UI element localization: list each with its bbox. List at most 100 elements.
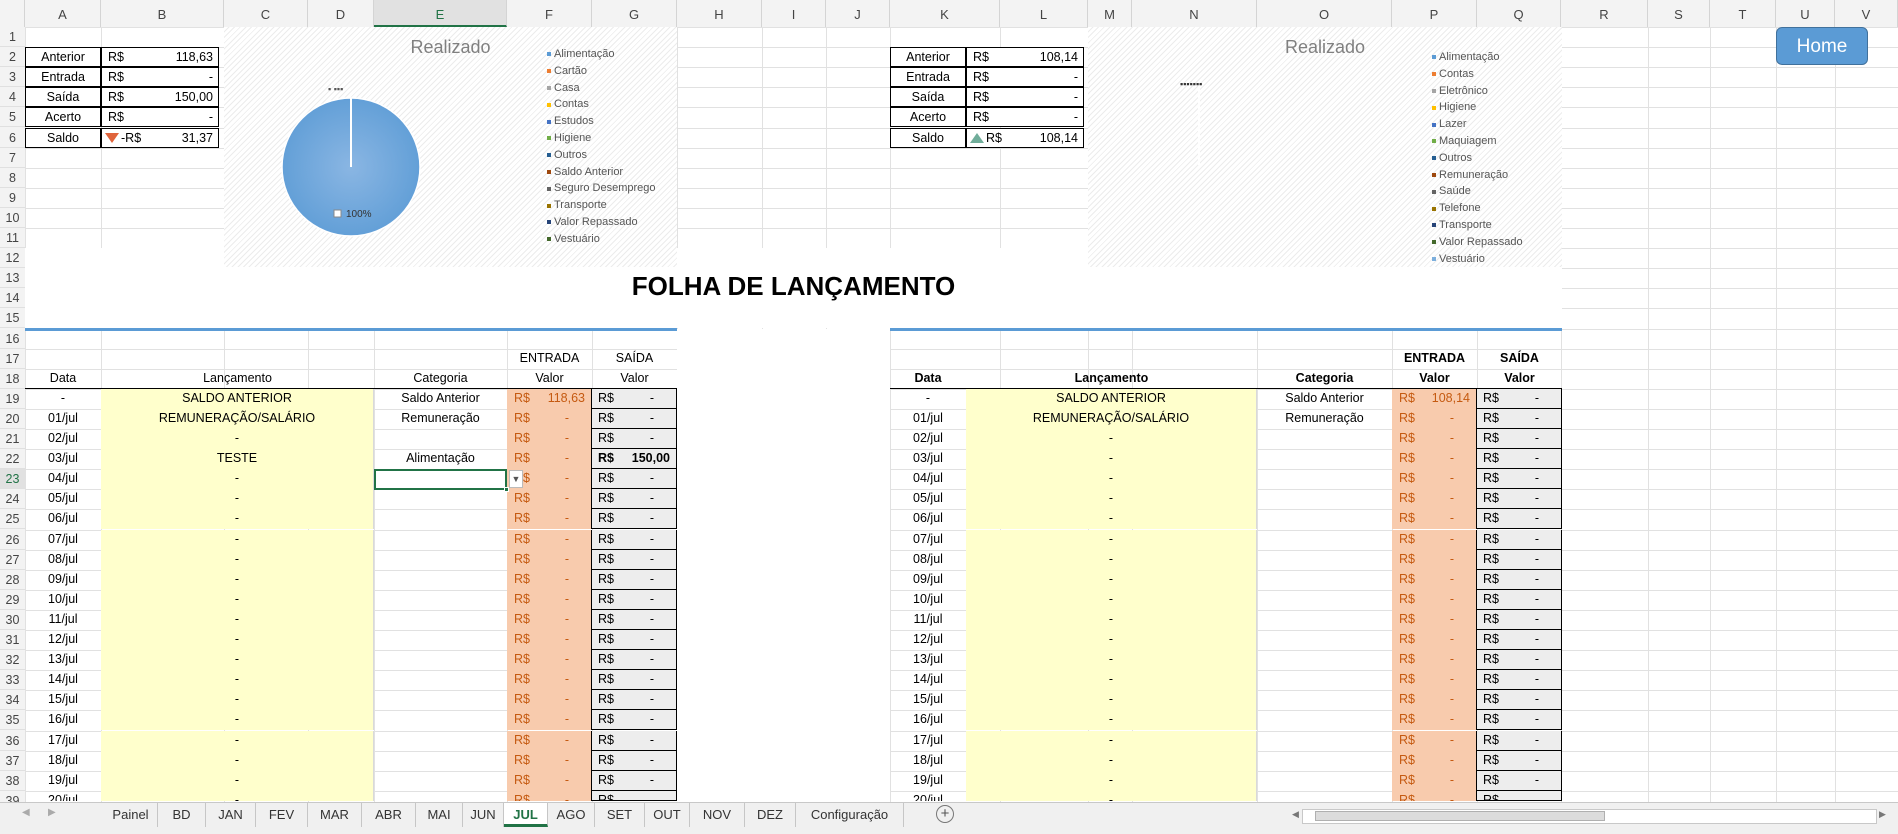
table-left-categoria[interactable]: Remuneração <box>374 409 507 429</box>
table-left-saida-value[interactable]: R$ - <box>592 710 677 731</box>
table-left-saida-value[interactable]: R$ - <box>592 790 677 801</box>
table-right-lancamento[interactable]: - <box>966 770 1257 791</box>
tab-jun[interactable]: JUN <box>463 803 504 827</box>
row-header-9[interactable]: 9 <box>0 188 25 208</box>
table-right-entrada-value[interactable]: R$ - <box>1392 790 1477 801</box>
table-left-lancamento[interactable]: - <box>101 770 374 791</box>
table-right-entrada-value[interactable]: R$ - <box>1392 730 1477 751</box>
table-right-saida-value[interactable]: R$ - <box>1477 630 1562 650</box>
tab-fev[interactable]: FEV <box>256 803 308 827</box>
table-right-categoria[interactable] <box>1257 590 1392 610</box>
row-header-18[interactable]: 18 <box>0 369 25 389</box>
row-header-34[interactable]: 34 <box>0 690 25 711</box>
table-right-saida-value[interactable]: R$ - <box>1477 750 1562 771</box>
table-right-lancamento[interactable]: - <box>966 609 1257 630</box>
column-header-D[interactable]: D <box>308 0 374 27</box>
table-left-lancamento[interactable]: - <box>101 569 374 590</box>
row-header-22[interactable]: 22 <box>0 449 25 470</box>
table-left-categoria[interactable] <box>374 429 507 449</box>
table-right-categoria[interactable] <box>1257 690 1392 710</box>
table-right-entrada-value[interactable]: R$ - <box>1392 509 1477 530</box>
column-header-U[interactable]: U <box>1776 0 1835 27</box>
tab-jul[interactable]: JUL <box>504 803 548 827</box>
table-left-categoria[interactable] <box>374 630 507 650</box>
table-left-entrada-value[interactable]: R$ - <box>507 730 592 751</box>
table-left-entrada-value[interactable]: R$ - <box>507 790 592 801</box>
table-right-entrada-value[interactable]: R$ - <box>1392 650 1477 671</box>
row-header-24[interactable]: 24 <box>0 489 25 510</box>
table-right-entrada-value[interactable]: R$ - <box>1392 449 1477 470</box>
table-left-entrada-value[interactable]: R$ - <box>507 589 592 610</box>
table-right-categoria[interactable] <box>1257 429 1392 449</box>
table-left-saida-value[interactable]: R$ - <box>592 650 677 671</box>
row-header-21[interactable]: 21 <box>0 429 25 450</box>
tab-configuração[interactable]: Configuração <box>796 803 904 827</box>
table-left-saida-value[interactable]: R$ - <box>592 670 677 691</box>
table-right-entrada-value[interactable]: R$ - <box>1392 630 1477 650</box>
table-left-saida-value[interactable]: R$ - <box>592 690 677 711</box>
table-left-categoria[interactable]: Saldo Anterior <box>374 389 507 409</box>
table-left-categoria[interactable] <box>374 509 507 529</box>
table-right-saida-value[interactable]: R$ - <box>1477 549 1562 570</box>
tab-out[interactable]: OUT <box>645 803 690 827</box>
row-header-16[interactable]: 16 <box>0 329 25 349</box>
table-left-lancamento[interactable]: - <box>101 690 374 711</box>
table-right-saida-value[interactable]: R$ - <box>1477 690 1562 711</box>
dropdown-arrow-icon[interactable]: ▼ <box>509 470 523 489</box>
table-left-saida-value[interactable]: R$ - <box>592 429 677 449</box>
table-right-entrada-value[interactable]: R$ - <box>1392 770 1477 791</box>
table-right-lancamento[interactable]: REMUNERAÇÃO/SALÁRIO <box>966 408 1257 429</box>
table-right-lancamento[interactable]: - <box>966 529 1257 550</box>
table-right-saida-value[interactable]: R$ - <box>1477 650 1562 671</box>
row-header-2[interactable]: 2 <box>0 47 25 68</box>
table-left-saida-value[interactable]: R$ - <box>592 750 677 771</box>
table-left-categoria[interactable] <box>374 610 507 630</box>
tab-mar[interactable]: MAR <box>308 803 362 827</box>
table-right-entrada-value[interactable]: R$ - <box>1392 589 1477 610</box>
add-sheet-icon[interactable]: + <box>936 805 954 823</box>
table-left-lancamento[interactable]: - <box>101 710 374 731</box>
table-right-lancamento[interactable]: SALDO ANTERIOR <box>966 388 1257 409</box>
table-left-saida-value[interactable]: R$ - <box>592 509 677 530</box>
table-right-saida-value[interactable]: R$ - <box>1477 589 1562 610</box>
table-right-saida-value[interactable]: R$ - <box>1477 388 1562 409</box>
row-header-36[interactable]: 36 <box>0 731 25 751</box>
row-header-31[interactable]: 31 <box>0 630 25 651</box>
row-header-23[interactable]: 23 <box>0 469 25 490</box>
table-right-categoria[interactable] <box>1257 550 1392 570</box>
table-left-saida-value[interactable]: R$ - <box>592 489 677 510</box>
column-header-R[interactable]: R <box>1561 0 1648 27</box>
tab-set[interactable]: SET <box>595 803 645 827</box>
select-all-corner[interactable] <box>0 0 25 27</box>
tab-scroll-right-icon[interactable]: ▶ <box>48 807 56 818</box>
table-left-lancamento[interactable]: - <box>101 549 374 570</box>
horizontal-scrollbar[interactable] <box>1302 809 1877 824</box>
table-right-entrada-value[interactable]: R$ - <box>1392 710 1477 731</box>
table-right-saida-value[interactable]: R$ - <box>1477 770 1562 791</box>
table-left-saida-value[interactable]: R$ - <box>592 589 677 610</box>
table-right-saida-value[interactable]: R$ - <box>1477 509 1562 530</box>
tab-bd[interactable]: BD <box>158 803 206 827</box>
table-right-categoria[interactable]: Saldo Anterior <box>1257 389 1392 409</box>
table-left-lancamento[interactable]: - <box>101 589 374 610</box>
table-left-entrada-value[interactable]: R$ - <box>507 429 592 449</box>
table-right-categoria[interactable] <box>1257 570 1392 590</box>
tab-jan[interactable]: JAN <box>206 803 256 827</box>
table-right-categoria[interactable]: Remuneração <box>1257 409 1392 429</box>
table-left-categoria[interactable] <box>374 751 507 771</box>
column-header-E[interactable]: E <box>374 0 507 27</box>
table-right-saida-value[interactable]: R$ - <box>1477 609 1562 630</box>
table-right-categoria[interactable] <box>1257 449 1392 469</box>
table-left-categoria[interactable] <box>374 550 507 570</box>
table-right-entrada-value[interactable]: R$ 108,14 <box>1392 388 1477 409</box>
row-header-15[interactable]: 15 <box>0 308 25 329</box>
table-left-categoria[interactable] <box>374 670 507 690</box>
table-right-lancamento[interactable]: - <box>966 469 1257 490</box>
table-left-entrada-value[interactable]: R$ - <box>507 650 592 671</box>
table-left-saida-value[interactable]: R$ - <box>592 529 677 550</box>
column-header-L[interactable]: L <box>1000 0 1088 27</box>
table-right-saida-value[interactable]: R$ - <box>1477 429 1562 449</box>
row-header-1[interactable]: 1 <box>0 27 25 48</box>
column-header-A[interactable]: A <box>25 0 101 27</box>
table-left-entrada-value[interactable]: R$ - <box>507 630 592 650</box>
